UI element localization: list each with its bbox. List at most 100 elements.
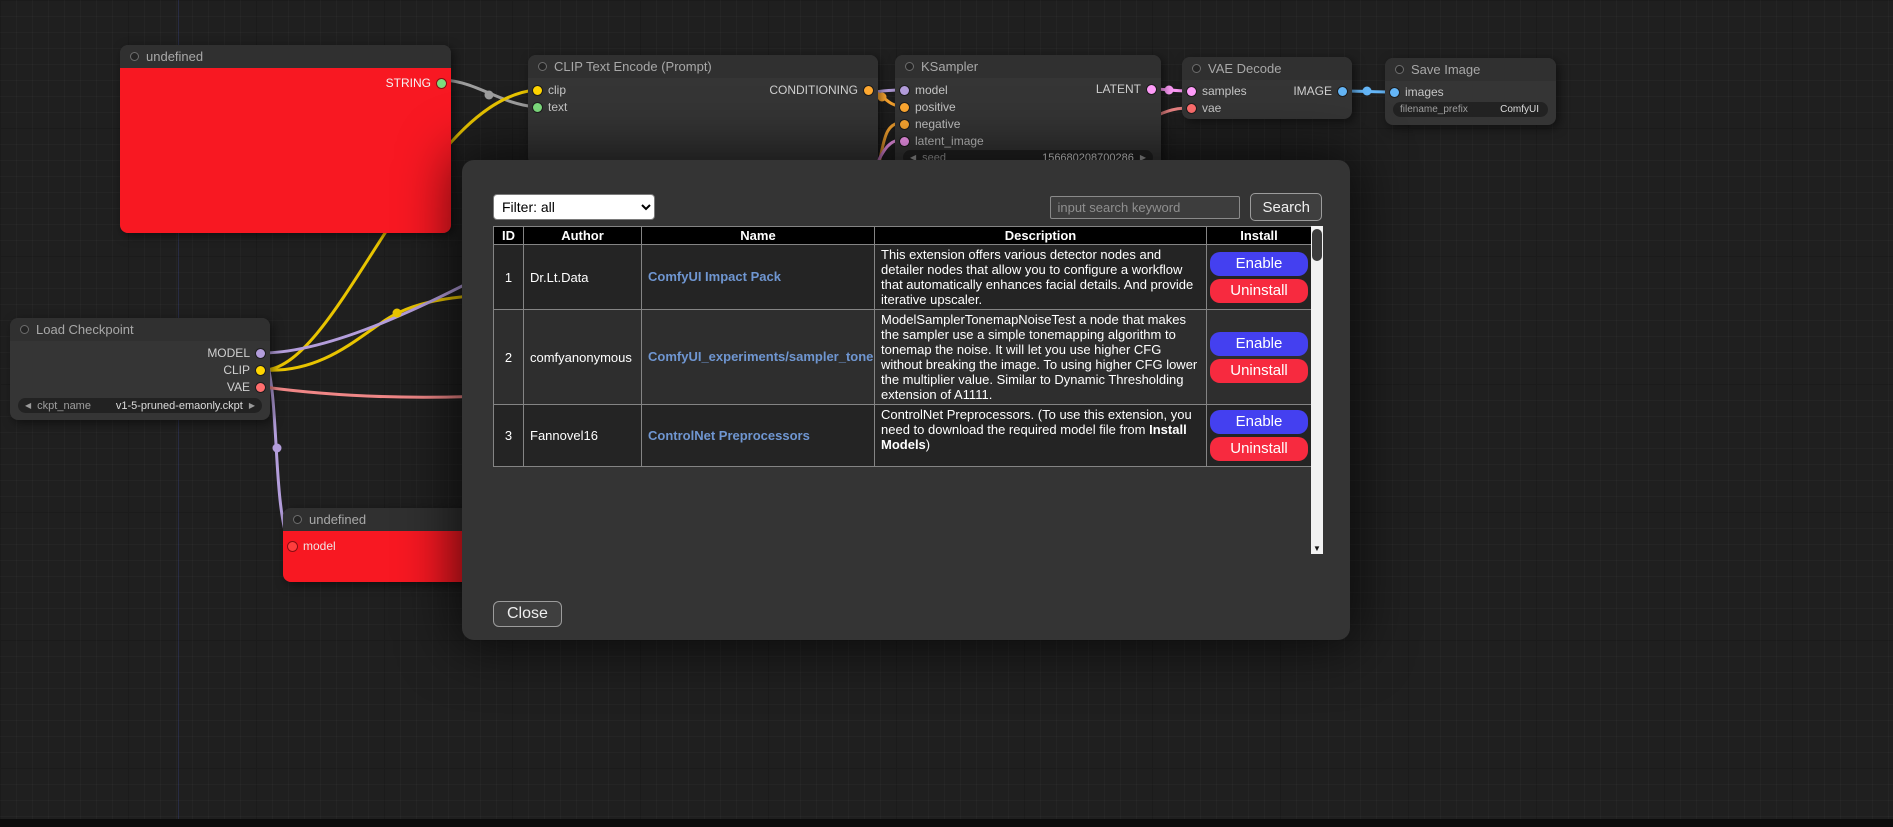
slot-dot-text[interactable]: [533, 103, 542, 112]
node-load-checkpoint[interactable]: Load Checkpoint MODEL CLIP VAE ◀ ckpt_na…: [10, 318, 270, 420]
collapse-dot-icon[interactable]: [1395, 65, 1404, 74]
slot-label: IMAGE: [1293, 84, 1332, 98]
node-header[interactable]: Save Image: [1385, 58, 1556, 81]
node-title: Save Image: [1411, 62, 1480, 77]
node-header[interactable]: CLIP Text Encode (Prompt): [528, 55, 878, 78]
slot-label: model: [303, 539, 336, 553]
slot-label: samples: [1202, 84, 1247, 98]
input-slot-model: model: [900, 83, 948, 97]
row-author: Dr.Lt.Data: [524, 245, 642, 310]
table-scrollbar[interactable]: ▼: [1311, 226, 1323, 554]
row-install-cell: Enable Uninstall: [1207, 405, 1312, 467]
node-body: images filename_prefix ComfyUI: [1385, 81, 1556, 125]
collapse-dot-icon[interactable]: [905, 62, 914, 71]
row-id: 3: [494, 405, 524, 467]
row-id: 2: [494, 310, 524, 405]
extension-link[interactable]: ComfyUI Impact Pack: [648, 269, 781, 284]
collapse-dot-icon[interactable]: [130, 52, 139, 61]
slot-label: images: [1405, 85, 1444, 99]
slot-dot-clip[interactable]: [256, 366, 265, 375]
slot-dot-image[interactable]: [1338, 87, 1347, 96]
collapse-dot-icon[interactable]: [1192, 64, 1201, 73]
enable-button[interactable]: Enable: [1210, 332, 1308, 356]
slot-dot-model[interactable]: [900, 86, 909, 95]
comfyui-canvas[interactable]: undefined STRING CLIP Text Encode (Promp…: [0, 0, 1893, 827]
output-slot-model: MODEL: [207, 346, 265, 360]
search-group: Search: [1050, 193, 1322, 221]
node-title: undefined: [146, 49, 203, 64]
node-body: STRING: [120, 68, 451, 233]
arrow-left-icon[interactable]: ◀: [25, 398, 31, 413]
slot-label: CONDITIONING: [769, 83, 858, 97]
slot-label: positive: [915, 100, 956, 114]
table-row: 2 comfyanonymous ComfyUI_experiments/sam…: [494, 310, 1312, 405]
widget-value: ComfyUI: [1500, 104, 1539, 115]
col-header-author: Author: [524, 227, 642, 245]
scrollbar-thumb[interactable]: [1312, 229, 1322, 261]
slot-dot-model[interactable]: [256, 349, 265, 358]
collapse-dot-icon[interactable]: [20, 325, 29, 334]
node-header[interactable]: VAE Decode: [1182, 57, 1352, 80]
extension-link[interactable]: ComfyUI_experiments/sampler_tonemap: [648, 349, 875, 364]
node-title: KSampler: [921, 59, 978, 74]
slot-dot-model[interactable]: [288, 542, 297, 551]
slot-dot-vae[interactable]: [256, 383, 265, 392]
node-header[interactable]: Load Checkpoint: [10, 318, 270, 341]
row-author: comfyanonymous: [524, 310, 642, 405]
node-clip-text-encode[interactable]: CLIP Text Encode (Prompt) clip text COND…: [528, 55, 878, 165]
scroll-down-arrow-icon[interactable]: ▼: [1311, 544, 1323, 553]
slot-dot-latent-image[interactable]: [900, 137, 909, 146]
filename-prefix-widget[interactable]: filename_prefix ComfyUI: [1393, 102, 1548, 117]
slot-label: negative: [915, 117, 960, 131]
extension-link[interactable]: ControlNet Preprocessors: [648, 428, 810, 443]
node-ksampler[interactable]: KSampler model positive negative latent_…: [895, 55, 1161, 169]
slot-label: STRING: [386, 76, 431, 90]
table-row: 3 Fannovel16 ControlNet Preprocessors Co…: [494, 405, 1312, 467]
node-title: CLIP Text Encode (Prompt): [554, 59, 712, 74]
uninstall-button[interactable]: Uninstall: [1210, 437, 1308, 461]
slot-dot-clip[interactable]: [533, 86, 542, 95]
slot-dot-latent[interactable]: [1147, 85, 1156, 94]
enable-button[interactable]: Enable: [1210, 252, 1308, 276]
node-header[interactable]: KSampler: [895, 55, 1161, 78]
search-button[interactable]: Search: [1250, 193, 1322, 221]
input-slot-positive: positive: [900, 100, 956, 114]
filter-select[interactable]: Filter: all: [493, 194, 655, 220]
search-input[interactable]: [1050, 196, 1240, 219]
ckpt-name-widget[interactable]: ◀ ckpt_name v1-5-pruned-emaonly.ckpt ▶: [18, 398, 262, 413]
slot-dot-positive[interactable]: [900, 103, 909, 112]
row-install-cell: Enable Uninstall: [1207, 310, 1312, 405]
node-vae-decode[interactable]: VAE Decode samples vae IMAGE: [1182, 57, 1352, 119]
close-button[interactable]: Close: [493, 601, 562, 627]
comfyui-manager-dialog: Filter: all Search ID Author Name Descri…: [462, 160, 1350, 640]
slot-dot-negative[interactable]: [900, 120, 909, 129]
node-title: VAE Decode: [1208, 61, 1281, 76]
collapse-dot-icon[interactable]: [538, 62, 547, 71]
uninstall-button[interactable]: Uninstall: [1210, 359, 1308, 383]
row-description: ControlNet Preprocessors. (To use this e…: [875, 405, 1207, 467]
output-slot-conditioning: CONDITIONING: [769, 83, 873, 97]
node-header[interactable]: undefined: [120, 45, 451, 68]
node-undefined-top[interactable]: undefined STRING: [120, 45, 451, 233]
row-id: 1: [494, 245, 524, 310]
slot-dot-samples[interactable]: [1187, 87, 1196, 96]
slot-dot-vae[interactable]: [1187, 104, 1196, 113]
output-slot-latent: LATENT: [1096, 82, 1156, 96]
slot-dot-conditioning[interactable]: [864, 86, 873, 95]
slot-dot-images[interactable]: [1390, 88, 1399, 97]
node-save-image[interactable]: Save Image images filename_prefix ComfyU…: [1385, 58, 1556, 125]
arrow-right-icon[interactable]: ▶: [249, 398, 255, 413]
widget-label: filename_prefix: [1400, 104, 1468, 115]
slot-label: model: [915, 83, 948, 97]
widget-value: v1-5-pruned-emaonly.ckpt: [116, 400, 243, 412]
canvas-bottom-edge: [0, 819, 1893, 827]
slot-dot-string[interactable]: [437, 79, 446, 88]
node-title: Load Checkpoint: [36, 322, 134, 337]
collapse-dot-icon[interactable]: [293, 515, 302, 524]
output-slot-vae: VAE: [227, 380, 265, 394]
output-slot-image: IMAGE: [1293, 84, 1347, 98]
uninstall-button[interactable]: Uninstall: [1210, 279, 1308, 303]
slot-label: CLIP: [223, 363, 250, 377]
output-slot-clip: CLIP: [223, 363, 265, 377]
enable-button[interactable]: Enable: [1210, 410, 1308, 434]
